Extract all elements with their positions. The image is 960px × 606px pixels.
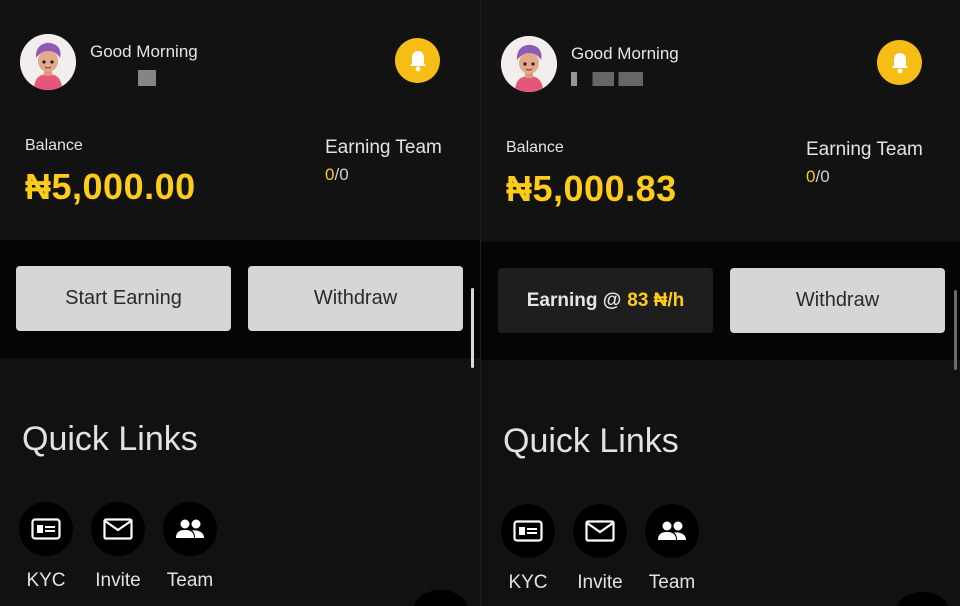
- earning-rate: 83 ₦/h: [627, 289, 685, 311]
- quick-link-kyc[interactable]: KYC: [497, 504, 559, 594]
- quick-link-label: Team: [648, 572, 696, 593]
- earning-prefix: Earning @: [526, 289, 622, 311]
- quick-link-label: KYC: [26, 570, 66, 591]
- quick-link-kyc-circle: [501, 504, 555, 558]
- id-card-icon: [31, 518, 61, 540]
- quick-link-invite[interactable]: Invite: [87, 502, 149, 592]
- avatar-illustration-icon: [20, 34, 76, 90]
- username-redacted: [571, 72, 643, 86]
- quick-link-label: Invite: [95, 570, 141, 591]
- balance-value: ₦5,000.00: [25, 166, 196, 207]
- quick-link-team-circle: [163, 502, 217, 556]
- quick-link-label: Invite: [577, 572, 623, 593]
- people-icon: [176, 519, 204, 538]
- quick-link-team[interactable]: Team: [641, 504, 703, 594]
- quick-link-label: Team: [166, 570, 214, 591]
- greeting-text: Good Morning: [571, 44, 679, 63]
- quick-link-team[interactable]: Team: [159, 502, 221, 592]
- quick-link-team-circle: [645, 504, 699, 558]
- earning-rate-button[interactable]: Earning @83 ₦/h: [498, 268, 713, 333]
- bell-icon: [891, 52, 908, 73]
- notification-button[interactable]: [877, 40, 922, 85]
- scrollbar-thumb[interactable]: [471, 288, 474, 368]
- screens-container: Good Morning Balance ₦5,000.00 Earning T…: [0, 0, 960, 606]
- balance-label: Balance: [25, 137, 83, 154]
- greeting-text: Good Morning: [90, 42, 198, 61]
- quick-links-title: Quick Links: [22, 420, 198, 458]
- quick-link-invite-circle: [91, 502, 145, 556]
- id-card-icon: [513, 520, 543, 542]
- people-icon: [658, 521, 686, 540]
- balance-value: ₦5,000.83: [506, 168, 677, 209]
- earning-team-label: Earning Team: [325, 137, 442, 158]
- username-redacted: [138, 70, 156, 86]
- earning-team-count: 0/0: [325, 165, 349, 185]
- quick-links-title: Quick Links: [503, 422, 679, 460]
- quick-link-kyc[interactable]: KYC: [15, 502, 77, 592]
- withdraw-button[interactable]: Withdraw: [248, 266, 463, 331]
- team-total: 0: [339, 165, 349, 184]
- screen-after: Good Morning Balance ₦5,000.83 Earning T…: [480, 0, 960, 606]
- start-earning-button[interactable]: Start Earning: [16, 266, 231, 331]
- quick-link-invite[interactable]: Invite: [569, 504, 631, 594]
- mail-icon: [585, 520, 615, 542]
- avatar-illustration-icon: [501, 36, 557, 92]
- mail-icon: [103, 518, 133, 540]
- earning-team-label: Earning Team: [806, 139, 923, 160]
- earning-team-count: 0/0: [806, 167, 830, 187]
- avatar[interactable]: [501, 36, 557, 92]
- bell-icon: [409, 50, 426, 71]
- floating-button-partial[interactable]: [895, 592, 950, 606]
- avatar[interactable]: [20, 34, 76, 90]
- scrollbar-thumb[interactable]: [954, 290, 957, 370]
- balance-label: Balance: [506, 139, 564, 156]
- quick-link-label: KYC: [508, 572, 548, 593]
- withdraw-button[interactable]: Withdraw: [730, 268, 945, 333]
- quick-link-invite-circle: [573, 504, 627, 558]
- quick-link-kyc-circle: [19, 502, 73, 556]
- screen-before: Good Morning Balance ₦5,000.00 Earning T…: [0, 0, 480, 606]
- notification-button[interactable]: [395, 38, 440, 83]
- team-total: 0: [820, 167, 830, 186]
- floating-button-partial[interactable]: [413, 590, 468, 606]
